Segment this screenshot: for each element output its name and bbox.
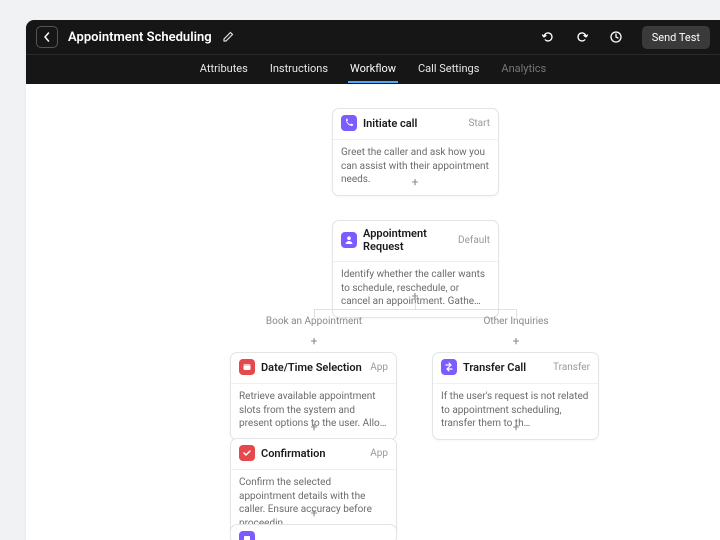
add-node-button[interactable]: + xyxy=(408,289,422,303)
node-tag: App xyxy=(370,448,388,459)
chevron-left-icon xyxy=(42,32,52,42)
connector xyxy=(314,309,516,310)
history-icon xyxy=(609,30,623,44)
undo-button[interactable] xyxy=(536,25,560,49)
add-node-button[interactable]: + xyxy=(307,334,321,348)
pencil-icon xyxy=(222,31,234,43)
node-title: Appointment Request xyxy=(363,227,452,253)
calendar-icon xyxy=(239,359,255,375)
add-node-button[interactable]: + xyxy=(509,420,523,434)
transfer-icon xyxy=(441,359,457,375)
edit-title-button[interactable] xyxy=(222,28,234,47)
node-title: Confirmation xyxy=(261,447,364,460)
back-button[interactable] xyxy=(36,26,58,48)
user-icon xyxy=(341,232,357,248)
tab-call-settings[interactable]: Call Settings xyxy=(416,56,481,83)
send-test-button[interactable]: Send Test xyxy=(642,26,710,49)
top-bar: Appointment Scheduling Send Test xyxy=(26,20,720,54)
tab-workflow[interactable]: Workflow xyxy=(348,56,398,83)
add-node-button[interactable]: + xyxy=(307,420,321,434)
tab-analytics[interactable]: Analytics xyxy=(499,56,548,83)
branch-label-other: Other Inquiries xyxy=(484,316,549,327)
branch-label-book: Book an Appointment xyxy=(266,316,362,327)
phone-icon xyxy=(341,115,357,131)
check-icon xyxy=(239,445,255,461)
add-node-button[interactable]: + xyxy=(509,334,523,348)
node-tag: Transfer xyxy=(553,362,590,373)
node-tag: App xyxy=(370,362,388,373)
node-title: Transfer Call xyxy=(463,361,547,374)
redo-icon xyxy=(575,30,589,44)
redo-button[interactable] xyxy=(570,25,594,49)
workflow-canvas[interactable]: Initiate call Start Greet the caller and… xyxy=(26,84,720,540)
tab-attributes[interactable]: Attributes xyxy=(198,56,250,83)
history-button[interactable] xyxy=(604,25,628,49)
node-title: Date/Time Selection xyxy=(261,361,364,374)
undo-icon xyxy=(541,30,555,44)
node-tag: Start xyxy=(468,118,490,129)
node-tag: Default xyxy=(458,235,490,246)
node-partial[interactable] xyxy=(230,524,397,540)
add-node-button[interactable]: + xyxy=(307,506,321,520)
tab-instructions[interactable]: Instructions xyxy=(268,56,330,83)
page-title: Appointment Scheduling xyxy=(68,30,212,45)
node-icon xyxy=(239,531,255,540)
node-title: Initiate call xyxy=(363,117,462,130)
add-node-button[interactable]: + xyxy=(408,175,422,189)
tabs-bar: Attributes Instructions Workflow Call Se… xyxy=(26,54,720,84)
